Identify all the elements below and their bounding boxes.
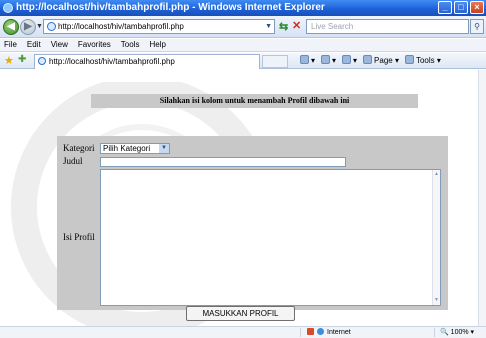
form-instruction: Silahkan isi kolom untuk menambah Profil… <box>91 94 418 108</box>
zone-label: Internet <box>327 329 351 336</box>
search-button[interactable]: ⚲ <box>470 19 484 34</box>
judul-input[interactable] <box>100 157 346 167</box>
stop-icon[interactable]: ✕ <box>292 19 301 32</box>
ie-icon <box>3 3 13 13</box>
isi-profil-textarea[interactable]: ▲ ▼ <box>100 169 441 306</box>
globe-icon <box>317 328 324 335</box>
status-divider <box>434 328 435 337</box>
menu-file[interactable]: File <box>4 39 17 51</box>
tab-page-icon <box>38 57 46 65</box>
forward-button[interactable]: ▶ <box>20 19 36 35</box>
address-url: http://localhost/hiv/tambahprofil.php <box>58 22 184 31</box>
status-bar: Internet 🔍 100% ▾ <box>0 326 486 338</box>
scroll-down-icon[interactable]: ▼ <box>433 297 440 304</box>
back-button[interactable]: ◀ <box>3 19 19 35</box>
chevron-down-icon: ▼ <box>159 144 169 153</box>
security-zone[interactable]: Internet <box>307 327 351 338</box>
zoom-value: 100% <box>450 329 469 336</box>
status-divider <box>300 328 301 337</box>
add-favorites-icon[interactable]: ✚ <box>18 54 26 65</box>
menu-edit[interactable]: Edit <box>27 39 41 51</box>
page-icon <box>47 22 56 31</box>
menu-view[interactable]: View <box>51 39 68 51</box>
tab-label: http://localhost/hiv/tambahprofil.php <box>49 57 175 66</box>
print-icon[interactable]: ▾ <box>342 55 357 67</box>
judul-label: Judul <box>63 156 83 166</box>
kategori-select[interactable]: Pilih Kategori ▼ <box>100 143 170 154</box>
home-icon[interactable]: ▾ <box>300 55 315 67</box>
menu-favorites[interactable]: Favorites <box>78 39 111 51</box>
window-title: http://localhost/hiv/tambahprofil.php - … <box>16 2 325 13</box>
tools-menu-label: Tools <box>415 56 435 65</box>
isi-profil-label: Isi Profil <box>63 232 95 242</box>
page-menu-label: Page <box>374 56 393 65</box>
menu-help[interactable]: Help <box>149 39 165 51</box>
submit-button[interactable]: MASUKKAN PROFIL <box>186 306 295 321</box>
minimize-button[interactable]: _ <box>438 1 452 14</box>
page-content: Silahkan isi kolom untuk menambah Profil… <box>0 70 478 326</box>
window-controls: _ □ × <box>438 1 484 14</box>
maximize-button[interactable]: □ <box>454 1 468 14</box>
tab-bar: ★ ✚ http://localhost/hiv/tambahprofil.ph… <box>0 53 486 69</box>
menu-bar: File Edit View Favorites Tools Help <box>0 39 486 52</box>
search-input[interactable]: Live Search <box>306 19 469 34</box>
page-menu[interactable]: Page ▾ <box>363 55 399 67</box>
protected-mode-icon <box>307 328 314 335</box>
command-bar: ▾ ▾ ▾ Page ▾ Tools ▾ <box>300 55 441 67</box>
close-button[interactable]: × <box>470 1 484 14</box>
refresh-icon[interactable]: ⇆ <box>279 20 288 33</box>
menu-tools[interactable]: Tools <box>121 39 140 51</box>
window-titlebar: http://localhost/hiv/tambahprofil.php - … <box>0 0 486 16</box>
zoom-level[interactable]: 🔍 100% ▾ <box>440 327 474 338</box>
kategori-label: Kategori <box>63 143 95 153</box>
address-dropdown-icon[interactable]: ▼ <box>265 20 272 33</box>
kategori-selected: Pilih Kategori <box>103 144 151 153</box>
new-tab-button[interactable] <box>262 55 288 68</box>
tools-menu[interactable]: Tools ▾ <box>404 55 441 67</box>
feeds-icon[interactable]: ▾ <box>321 55 336 67</box>
search-placeholder: Live Search <box>311 22 354 31</box>
scroll-up-icon[interactable]: ▲ <box>433 171 440 178</box>
address-toolbar: ◀ ▶ ▼ http://localhost/hiv/tambahprofil.… <box>0 16 486 38</box>
favorites-star-icon[interactable]: ★ <box>4 54 14 67</box>
textarea-scrollbar[interactable]: ▲ ▼ <box>432 170 440 305</box>
history-dropdown-icon[interactable]: ▼ <box>36 23 43 30</box>
profile-form: Kategori Pilih Kategori ▼ Judul Isi Prof… <box>57 136 448 310</box>
page-scrollbar[interactable] <box>478 70 486 326</box>
address-input[interactable]: http://localhost/hiv/tambahprofil.php ▼ <box>43 19 275 34</box>
zoom-icon: 🔍 <box>440 329 449 336</box>
tab-current[interactable]: http://localhost/hiv/tambahprofil.php <box>34 54 260 69</box>
